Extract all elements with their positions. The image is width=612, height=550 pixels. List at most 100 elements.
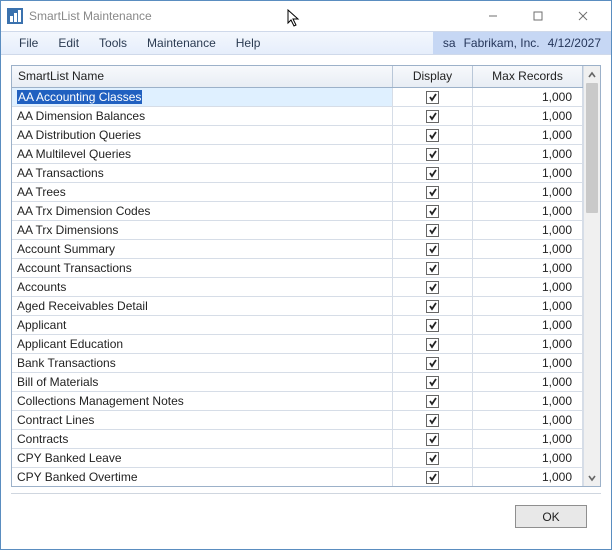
menu-edit[interactable]: Edit: [48, 32, 89, 54]
maximize-button[interactable]: [515, 1, 560, 31]
cell-name[interactable]: AA Multilevel Queries: [12, 145, 393, 163]
cell-max[interactable]: 1,000: [473, 354, 583, 372]
display-checkbox[interactable]: [426, 243, 439, 256]
cell-display[interactable]: [393, 145, 473, 163]
display-checkbox[interactable]: [426, 262, 439, 275]
scroll-up-button[interactable]: [584, 66, 600, 83]
menu-help[interactable]: Help: [226, 32, 271, 54]
display-checkbox[interactable]: [426, 319, 439, 332]
cell-max[interactable]: 1,000: [473, 392, 583, 410]
cell-name[interactable]: Bill of Materials: [12, 373, 393, 391]
table-row[interactable]: AA Dimension Balances 1,000: [12, 107, 583, 126]
cell-display[interactable]: [393, 373, 473, 391]
cell-display[interactable]: [393, 221, 473, 239]
cell-name[interactable]: AA Dimension Balances: [12, 107, 393, 125]
cell-display[interactable]: [393, 335, 473, 353]
cell-name[interactable]: CPY Banked Overtime: [12, 468, 393, 486]
cell-max[interactable]: 1,000: [473, 202, 583, 220]
cell-max[interactable]: 1,000: [473, 373, 583, 391]
cell-max[interactable]: 1,000: [473, 430, 583, 448]
display-checkbox[interactable]: [426, 300, 439, 313]
table-row[interactable]: Contract Lines1,000: [12, 411, 583, 430]
table-row[interactable]: Account Transactions1,000: [12, 259, 583, 278]
display-checkbox[interactable]: [426, 452, 439, 465]
table-row[interactable]: AA Accounting Classes1,000: [12, 88, 583, 107]
cell-display[interactable]: [393, 354, 473, 372]
cell-name[interactable]: Aged Receivables Detail: [12, 297, 393, 315]
scroll-thumb[interactable]: [586, 83, 598, 213]
cell-name[interactable]: Applicant: [12, 316, 393, 334]
cell-max[interactable]: 1,000: [473, 183, 583, 201]
cell-name[interactable]: Account Summary: [12, 240, 393, 258]
cell-max[interactable]: 1,000: [473, 297, 583, 315]
cell-max[interactable]: 1,000: [473, 316, 583, 334]
cell-display[interactable]: [393, 297, 473, 315]
cell-max[interactable]: 1,000: [473, 164, 583, 182]
cell-name[interactable]: Applicant Education: [12, 335, 393, 353]
display-checkbox[interactable]: [426, 186, 439, 199]
cell-display[interactable]: [393, 392, 473, 410]
menu-maintenance[interactable]: Maintenance: [137, 32, 226, 54]
cell-name[interactable]: AA Trx Dimension Codes: [12, 202, 393, 220]
display-checkbox[interactable]: [426, 357, 439, 370]
minimize-button[interactable]: [470, 1, 515, 31]
display-checkbox[interactable]: [426, 376, 439, 389]
cell-max[interactable]: 1,000: [473, 221, 583, 239]
cell-max[interactable]: 1,000: [473, 126, 583, 144]
display-checkbox[interactable]: [426, 205, 439, 218]
cell-display[interactable]: [393, 183, 473, 201]
table-row[interactable]: Applicant 1,000: [12, 316, 583, 335]
table-row[interactable]: AA Multilevel Queries 1,000: [12, 145, 583, 164]
menu-tools[interactable]: Tools: [89, 32, 137, 54]
display-checkbox[interactable]: [426, 167, 439, 180]
cell-display[interactable]: [393, 449, 473, 467]
table-row[interactable]: Contracts 1,000: [12, 430, 583, 449]
cell-max[interactable]: 1,000: [473, 449, 583, 467]
display-checkbox[interactable]: [426, 129, 439, 142]
close-button[interactable]: [560, 1, 605, 31]
cell-max[interactable]: 1,000: [473, 88, 583, 106]
display-checkbox[interactable]: [426, 281, 439, 294]
cell-display[interactable]: [393, 259, 473, 277]
cell-max[interactable]: 1,000: [473, 468, 583, 486]
table-row[interactable]: Bank Transactions1,000: [12, 354, 583, 373]
cell-name[interactable]: Contract Lines: [12, 411, 393, 429]
cell-name[interactable]: AA Trees: [12, 183, 393, 201]
cell-max[interactable]: 1,000: [473, 145, 583, 163]
cell-display[interactable]: [393, 126, 473, 144]
table-row[interactable]: Bill of Materials 1,000: [12, 373, 583, 392]
cell-name[interactable]: Contracts: [12, 430, 393, 448]
column-header-max[interactable]: Max Records: [473, 66, 583, 87]
table-row[interactable]: AA Trees 1,000: [12, 183, 583, 202]
table-row[interactable]: AA Transactions1,000: [12, 164, 583, 183]
cell-display[interactable]: [393, 88, 473, 106]
cell-name[interactable]: AA Distribution Queries: [12, 126, 393, 144]
table-row[interactable]: AA Distribution Queries 1,000: [12, 126, 583, 145]
cell-name[interactable]: Accounts: [12, 278, 393, 296]
scroll-track[interactable]: [584, 83, 600, 469]
display-checkbox[interactable]: [426, 110, 439, 123]
cell-max[interactable]: 1,000: [473, 240, 583, 258]
table-row[interactable]: Aged Receivables Detail 1,000: [12, 297, 583, 316]
table-row[interactable]: CPY Banked Overtime 1,000: [12, 468, 583, 486]
menu-file[interactable]: File: [9, 32, 48, 54]
display-checkbox[interactable]: [426, 471, 439, 484]
cell-display[interactable]: [393, 240, 473, 258]
column-header-display[interactable]: Display: [393, 66, 473, 87]
table-row[interactable]: Accounts1,000: [12, 278, 583, 297]
cell-display[interactable]: [393, 107, 473, 125]
table-row[interactable]: CPY Banked Leave1,000: [12, 449, 583, 468]
cell-max[interactable]: 1,000: [473, 259, 583, 277]
scroll-down-button[interactable]: [584, 469, 600, 486]
display-checkbox[interactable]: [426, 91, 439, 104]
cell-name[interactable]: AA Trx Dimensions: [12, 221, 393, 239]
display-checkbox[interactable]: [426, 338, 439, 351]
display-checkbox[interactable]: [426, 148, 439, 161]
cell-display[interactable]: [393, 411, 473, 429]
cell-display[interactable]: [393, 164, 473, 182]
table-row[interactable]: AA Trx Dimensions 1,000: [12, 221, 583, 240]
display-checkbox[interactable]: [426, 433, 439, 446]
table-row[interactable]: Account Summary 1,000: [12, 240, 583, 259]
cell-max[interactable]: 1,000: [473, 107, 583, 125]
cell-display[interactable]: [393, 468, 473, 486]
